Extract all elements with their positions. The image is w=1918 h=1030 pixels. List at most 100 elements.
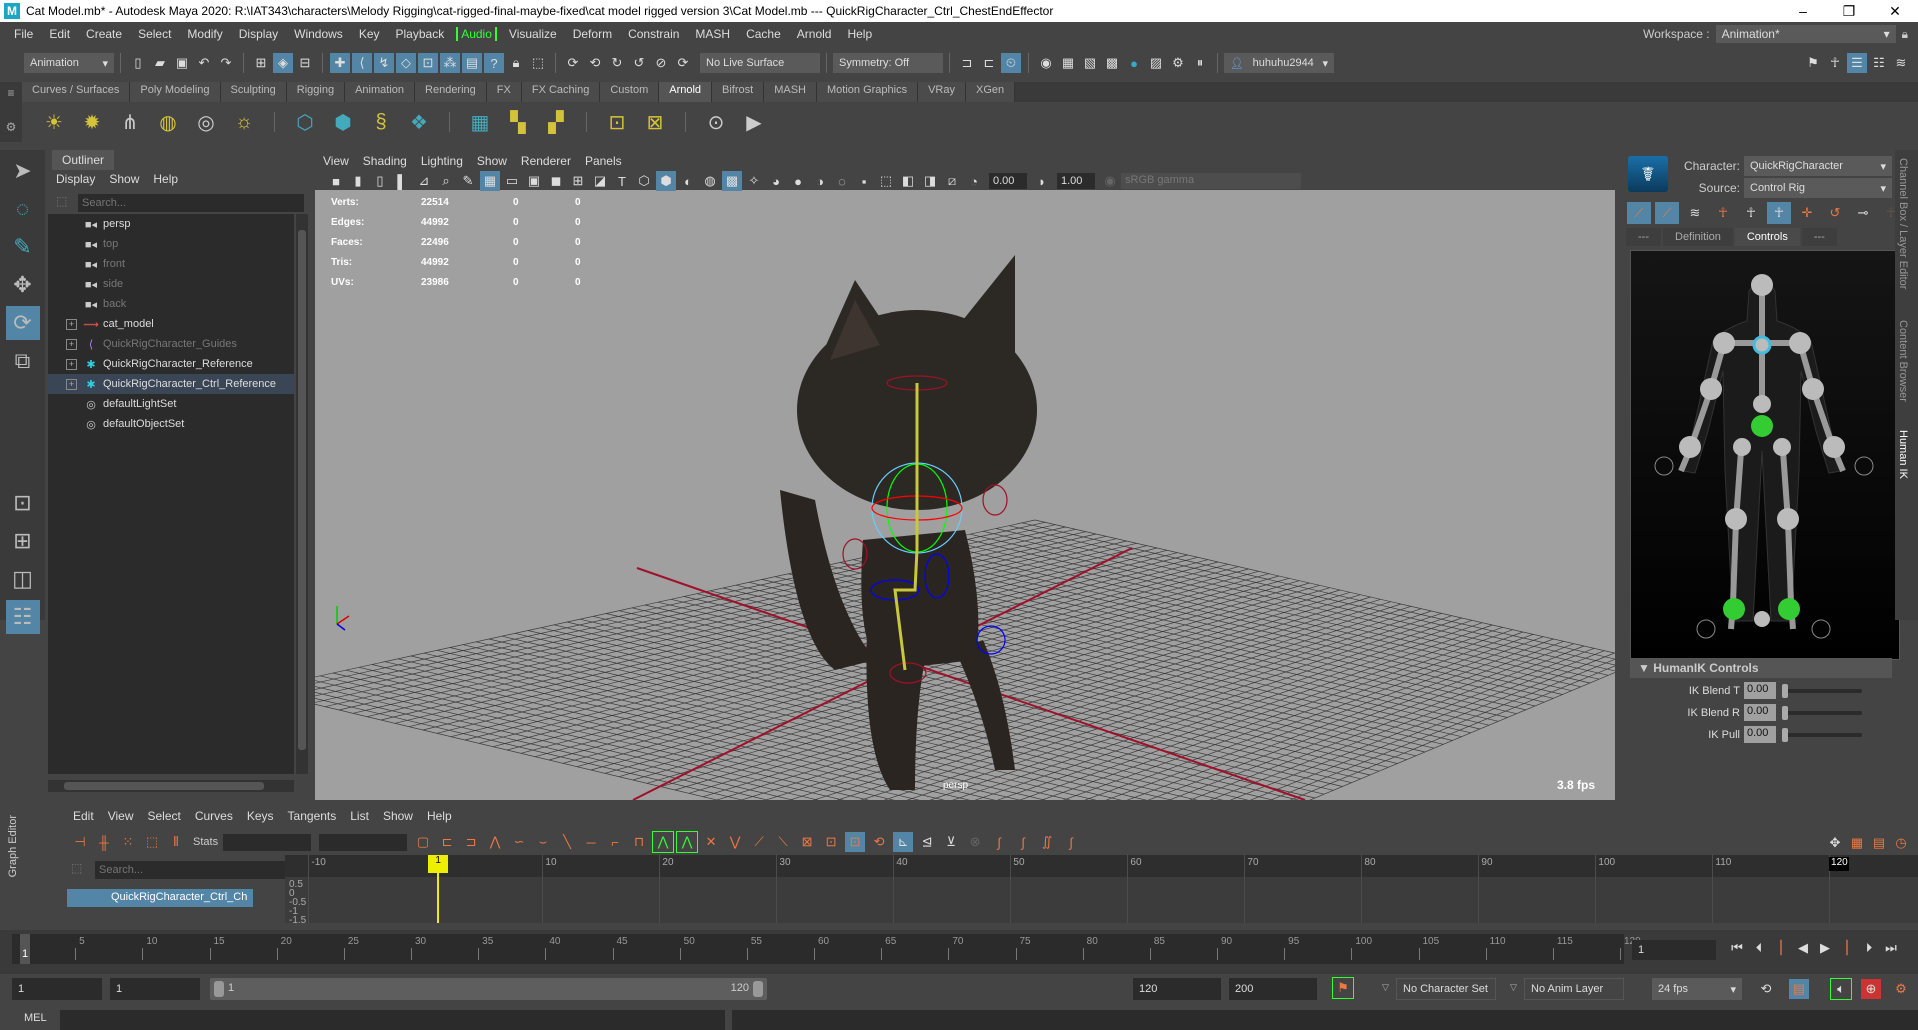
menu-windows[interactable]: Windows: [286, 27, 351, 41]
shelf-tab-curves-surfaces[interactable]: Curves / Surfaces: [22, 82, 131, 102]
pin-translate-icon[interactable]: ✛: [1795, 202, 1819, 224]
shelf-tab-vray[interactable]: VRay: [918, 82, 966, 102]
select-tool-icon[interactable]: ➤: [6, 154, 40, 188]
frame-playback-icon[interactable]: ⊏: [437, 832, 457, 852]
mirror-pose-icon[interactable]: ☥: [1739, 202, 1763, 224]
graph-menu-view[interactable]: View: [108, 809, 134, 823]
area-light-icon[interactable]: ☀: [40, 108, 68, 136]
outliner-tab[interactable]: Outliner: [52, 150, 115, 170]
new-scene-icon[interactable]: ▯: [128, 53, 148, 73]
make-live-icon[interactable]: ⊡: [418, 53, 438, 73]
lock-icon[interactable]: 🔒︎: [1902, 27, 1908, 42]
humanik-controls-section[interactable]: ▼ HumanIK Controls: [1630, 658, 1892, 678]
hand-right-control[interactable]: [982, 484, 1008, 516]
menu-mash[interactable]: MASH: [687, 27, 738, 41]
shelf-tab-fx-caching[interactable]: FX Caching: [521, 82, 601, 102]
minimize-button[interactable]: –: [1780, 0, 1826, 22]
pause-icon[interactable]: ⏸: [1190, 53, 1210, 73]
menu-file[interactable]: File: [6, 27, 41, 41]
source-dropdown[interactable]: Control Rig ▾: [1744, 178, 1892, 198]
user-account-dropdown[interactable]: 👤︎ huhuhu2944 ▾: [1224, 53, 1334, 73]
humanik-menu-icon[interactable]: ☤: [1628, 156, 1668, 192]
film-gate-icon[interactable]: ▭: [502, 171, 522, 191]
plateau-tangent-icon[interactable]: ⊓: [629, 832, 649, 852]
graph-editor-title-tab[interactable]: Graph Editor: [1, 805, 45, 923]
use-all-lights-icon[interactable]: ✧: [744, 171, 764, 191]
photometric-light-icon[interactable]: ⋔: [116, 108, 144, 136]
outliner-item[interactable]: ◎ defaultLightSet: [48, 394, 294, 414]
retime-tool-icon[interactable]: ⫴: [166, 832, 186, 852]
tab-human-ik[interactable]: Human IK: [1897, 430, 1909, 479]
snap-normal-icon[interactable]: ⊘: [651, 53, 671, 73]
go-to-end-icon[interactable]: ⏭: [1882, 940, 1900, 956]
cached-playback-icon[interactable]: ▤: [1789, 979, 1809, 999]
help-icon[interactable]: ?: [484, 53, 504, 73]
character-set-dropdown[interactable]: No Character Set: [1396, 978, 1496, 1000]
viewport-menu-panels[interactable]: Panels: [585, 154, 622, 168]
go-to-start-icon[interactable]: ⏮: [1728, 940, 1746, 956]
snap-curve-icon[interactable]: ⟨: [352, 53, 372, 73]
ik-slider-value-field[interactable]: 0.00: [1744, 704, 1776, 721]
script-language-toggle[interactable]: MEL: [24, 1012, 47, 1024]
tool-settings-icon[interactable]: ☷: [1869, 53, 1889, 73]
shelf-settings-icon[interactable]: ⚙: [0, 120, 22, 134]
render-view-icon[interactable]: ▦: [466, 108, 494, 136]
stats-value-field[interactable]: [319, 833, 408, 851]
lattice-deform-icon[interactable]: ⁙: [118, 832, 138, 852]
open-scene-icon[interactable]: ▰: [150, 53, 170, 73]
gate-mask-icon[interactable]: ◼: [546, 171, 566, 191]
safe-action-icon[interactable]: ◪: [590, 171, 610, 191]
graph-canvas[interactable]: -101020304050607080901001101201300.50-0.…: [285, 855, 1918, 926]
buffer-curve-icon[interactable]: ⊡: [821, 832, 841, 852]
hypershade-icon[interactable]: ●: [1124, 53, 1144, 73]
mesh-light-icon[interactable]: ✹: [78, 108, 106, 136]
shelf-tab-mash[interactable]: MASH: [764, 82, 817, 102]
full-body-ik-icon[interactable]: ⟋: [1627, 202, 1651, 224]
pan-icon[interactable]: ✥: [1825, 833, 1845, 853]
head-effector[interactable]: [1751, 274, 1773, 296]
right-hand-expand-button[interactable]: [1854, 456, 1874, 476]
depth-of-field-icon[interactable]: ▪: [854, 171, 874, 191]
cat-tail[interactable]: [780, 490, 875, 670]
graph-search-input[interactable]: [95, 861, 313, 879]
smooth-shade-icon[interactable]: ⬢: [656, 171, 676, 191]
ik-slider-thumb[interactable]: [1782, 727, 1788, 742]
two-pane-layout-icon[interactable]: ◫: [6, 562, 40, 596]
stance-pose-icon[interactable]: ☥: [1711, 202, 1735, 224]
right-knee-effector[interactable]: [1777, 508, 1799, 530]
snap-rotate-icon[interactable]: ↻: [607, 53, 627, 73]
menu-cache[interactable]: Cache: [738, 27, 789, 41]
select-component-icon[interactable]: ⊟: [295, 53, 315, 73]
shelf-tab-animation[interactable]: Animation: [345, 82, 416, 102]
snap-together-icon[interactable]: ⟳: [563, 53, 583, 73]
textured-icon[interactable]: ▩: [722, 171, 742, 191]
release-pin-icon[interactable]: ⊸: [1851, 202, 1875, 224]
right-shoulder-effector[interactable]: [1789, 332, 1811, 354]
playblast-view-icon[interactable]: ⊙: [702, 108, 730, 136]
shelf-menu-icon[interactable]: ≡: [0, 86, 22, 100]
viewport-menu-renderer[interactable]: Renderer: [521, 154, 571, 168]
scroll-thumb[interactable]: [298, 230, 306, 750]
select-camera-icon[interactable]: ■: [326, 171, 346, 191]
frame-all-icon[interactable]: ▢: [413, 832, 433, 852]
graph-current-time-marker[interactable]: 1: [428, 855, 449, 873]
ik-slider-track[interactable]: [1782, 683, 1862, 698]
left-shoulder-effector[interactable]: [1713, 332, 1735, 354]
body-part-ik-icon[interactable]: ⟋: [1655, 202, 1679, 224]
wireframe-on-shaded-icon[interactable]: ◍: [700, 171, 720, 191]
left-foot-expand-button[interactable]: [1696, 619, 1716, 639]
character-dropdown[interactable]: QuickRigCharacter ▾: [1744, 156, 1892, 176]
clamped-tangent-icon[interactable]: ⌣: [533, 832, 553, 852]
render-settings-icon[interactable]: ◉: [1036, 53, 1056, 73]
step-back-key-icon[interactable]: ⎮: [1772, 940, 1790, 956]
outliner-item[interactable]: ■◂ top: [48, 234, 294, 254]
xray-joints-icon[interactable]: ⧄: [942, 171, 962, 191]
shelf-tab-arnold[interactable]: Arnold: [659, 82, 713, 102]
exposure-field[interactable]: [989, 173, 1027, 189]
graph-menu-edit[interactable]: Edit: [73, 809, 94, 823]
filter-icon[interactable]: ⬚: [56, 194, 67, 208]
snap-grid-icon[interactable]: ✚: [330, 53, 350, 73]
field-chart-icon[interactable]: ⊞: [568, 171, 588, 191]
hips-effector[interactable]: [1753, 395, 1771, 413]
sound-icon[interactable]: 🔈︎: [1830, 978, 1852, 1000]
